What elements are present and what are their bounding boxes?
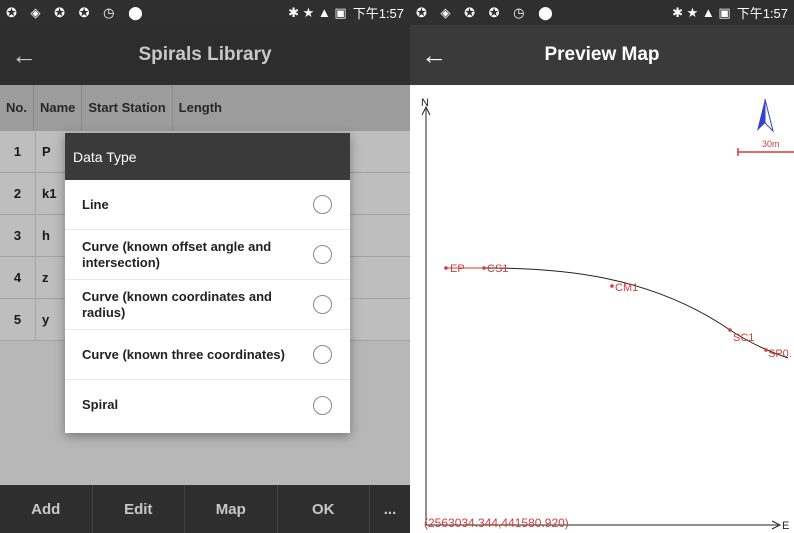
station-point[interactable] [610,284,614,288]
map-canvas[interactable]: N E 30m EP CS1 CM1 SC1 SP0. (2563034.344… [410,85,794,533]
notification-icons: ✪ ◈ ✪ ✪ ◷ ⬤ [416,4,558,20]
radio-button[interactable] [313,345,332,364]
radio-button[interactable] [313,395,332,415]
option-label: Curve (known offset angle and intersecti… [82,238,272,270]
dialog-title: Data Type [65,133,350,180]
app-bar: ← Preview Map [410,25,794,85]
radio-button[interactable] [313,195,332,214]
back-arrow-icon[interactable]: ← [410,40,458,71]
station-point[interactable] [444,266,448,270]
station-label-sc1: SC1 [733,332,754,344]
scale-label: 30m [762,139,780,149]
option-spiral[interactable]: Spiral [65,380,350,430]
station-point[interactable] [482,266,486,270]
data-type-dialog: Data Type Line Curve (known offset angle… [65,133,350,433]
status-time: 下午1:57 [736,6,788,21]
map-drawing: N E 30m EP CS1 CM1 SC1 SP0. [421,97,794,532]
status-time: 下午1:57 [352,6,404,21]
status-bar: ✪ ◈ ✪ ✪ ◷ ⬤ ✱ ★ ▲ ▣ 下午1:57 [0,0,410,25]
spirals-library-screen: ✪ ◈ ✪ ✪ ◷ ⬤ ✱ ★ ▲ ▣ 下午1:57 ← Spirals Lib… [0,0,410,533]
page-title: Preview Map [544,44,660,65]
option-curve-three-coordinates[interactable]: Curve (known three coordinates) [65,330,350,380]
option-curve-coordinates-radius[interactable]: Curve (known coordinates and radius) [65,280,350,330]
radio-button[interactable] [313,245,332,264]
notification-icons: ✪ ◈ ✪ ✪ ◷ ⬤ [6,4,148,20]
option-label: Curve (known three coordinates) [82,346,285,362]
origin-coordinates: (2563034.344,441580.920) [424,516,569,530]
station-label-ep: EP [450,263,465,275]
option-label: Line [82,196,109,212]
preview-map-screen: ✪ ◈ ✪ ✪ ◷ ⬤ ✱ ★ ▲ ▣ 下午1:57 ← Preview Map… [410,0,794,533]
option-label: Curve (known coordinates and radius) [82,288,272,320]
system-icons: ✱ ★ ▲ ▣ [672,4,731,20]
option-label: Spiral [82,397,119,412]
axis-label-n: N [421,97,429,109]
station-point[interactable] [728,328,732,332]
option-curve-offset-angle[interactable]: Curve (known offset angle and intersecti… [65,230,350,280]
option-line[interactable]: Line [65,180,350,230]
station-label-cm1: CM1 [615,282,638,294]
axis-label-e: E [782,520,789,532]
status-bar: ✪ ◈ ✪ ✪ ◷ ⬤ ✱ ★ ▲ ▣ 下午1:57 [410,0,794,25]
system-icons: ✱ ★ ▲ ▣ [288,4,347,20]
station-label-sp0: SP0. [768,348,792,360]
compass-north-icon [757,98,774,133]
station-label-cs1: CS1 [487,263,508,275]
radio-button[interactable] [313,295,332,314]
